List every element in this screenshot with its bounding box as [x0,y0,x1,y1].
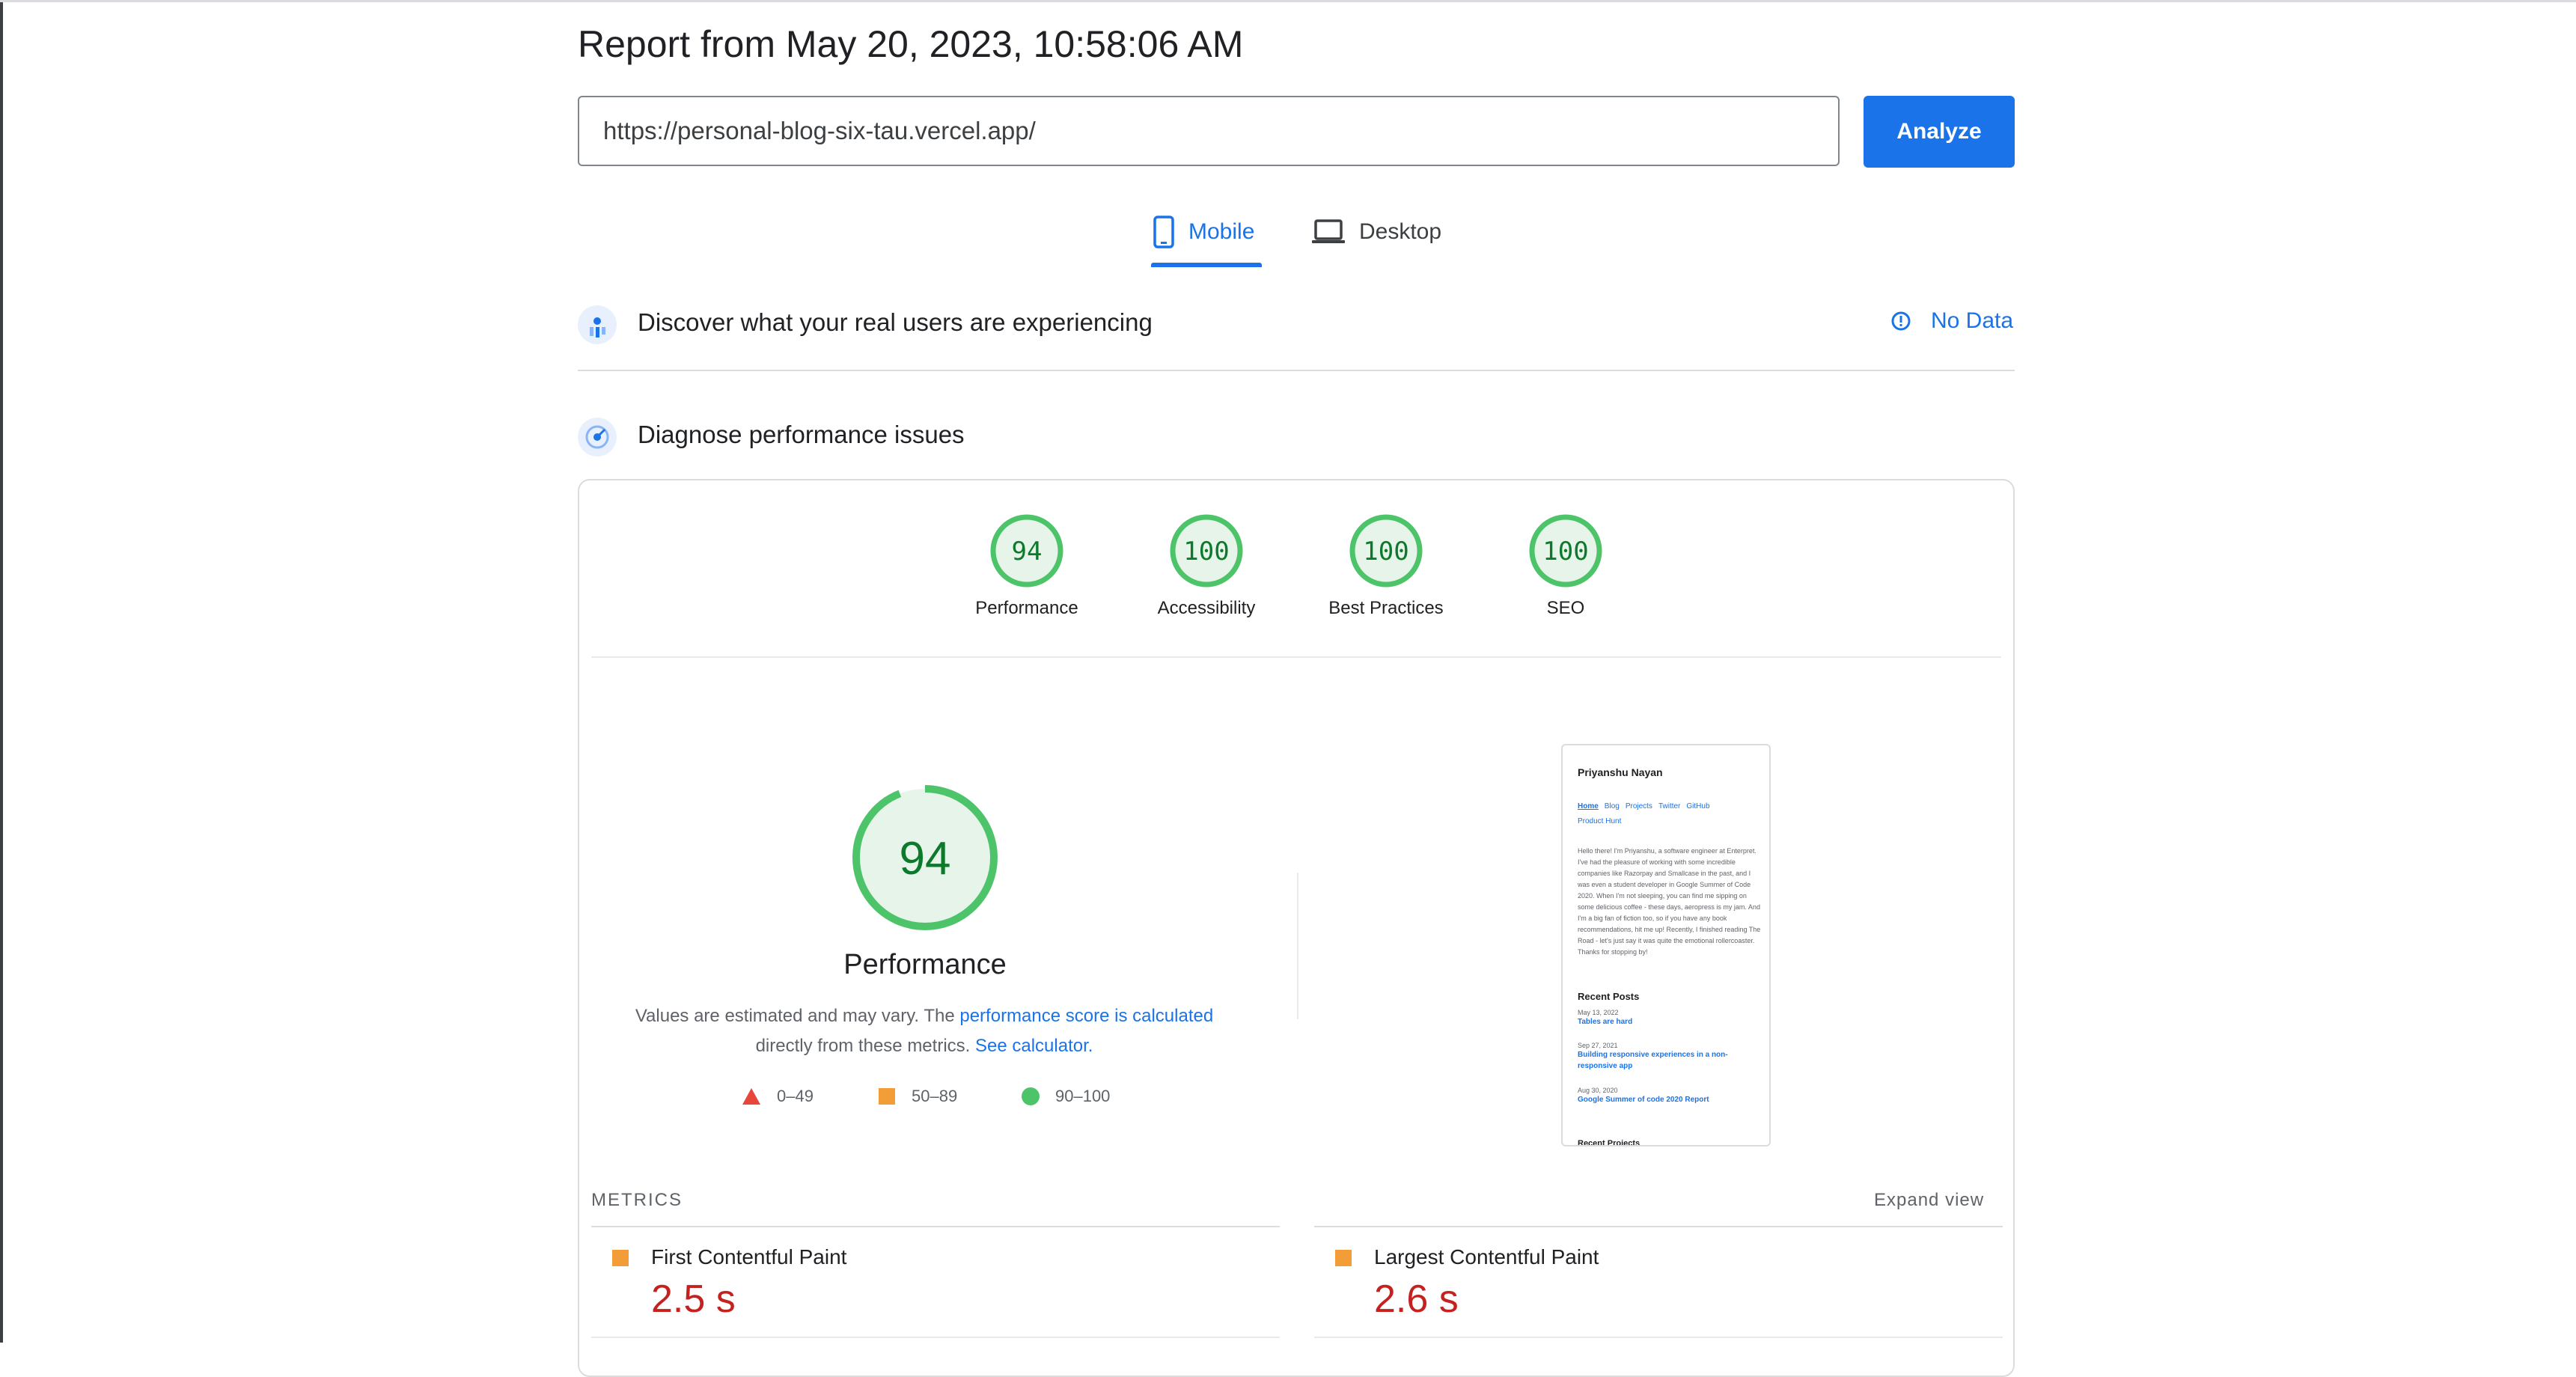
tab-mobile-label[interactable]: Mobile [1188,219,1254,245]
score-ring: 100 [1349,514,1423,587]
average-square-icon [612,1250,629,1266]
tab-mobile[interactable]: Mobile [1153,210,1254,254]
metric-lcp-value: 2.6 s [1374,1277,1459,1321]
preview-bio: Hello there! I'm Priyanshu, a software e… [1578,847,1761,956]
preview-nav-item: Home [1578,802,1599,810]
metric-lcp-name: Largest Contentful Paint [1374,1245,1599,1268]
score-label: Accessibility [1157,598,1256,618]
performance-description: Values are estimated and may vary. The p… [614,1001,1235,1061]
preview-nav-item: GitHub [1686,802,1710,810]
score-ring: 94 [990,514,1063,587]
performance-title: Performance [843,949,1007,980]
legend-fail-range: 0–49 [777,1087,814,1105]
lighthouse-report-card [578,479,2015,1377]
gauge-best-practices[interactable]: 100 Best Practices [1311,513,1461,619]
report-title: Report from May 20, 2023, 10:58:06 AM [578,23,1244,65]
score-label: Performance [975,598,1078,618]
score-calculated-link[interactable]: performance score is calculated [959,1006,1213,1026]
preview-post: Sep 27, 2021 Building responsive experie… [1578,1042,1762,1072]
diagnose-title: Diagnose performance issues [638,421,965,448]
url-input-value[interactable]: https://personal-blog-six-tau.vercel.app… [603,97,1036,165]
diagnose-icon [578,418,617,457]
see-calculator-link[interactable]: See calculator. [975,1036,1093,1056]
users-chart-icon [578,305,617,344]
preview-post-date: May 13, 2022 [1578,1009,1619,1016]
preview-post: Aug 30, 2020 Google Summer of code 2020 … [1578,1087,1762,1105]
score-value: 100 [1183,537,1229,567]
gauge-accessibility[interactable]: 100 Accessibility [1132,513,1281,619]
url-input[interactable]: https://personal-blog-six-tau.vercel.app… [578,96,1840,166]
desc-prefix: Values are estimated and may vary. The [635,1006,960,1026]
circle-icon [1022,1087,1040,1105]
no-data-label[interactable]: No Data [1931,308,2013,334]
vertical-divider [1297,873,1298,1019]
score-label: SEO [1546,598,1585,618]
analyze-button[interactable]: Analyze [1864,96,2015,168]
metric-fcp-name: First Contentful Paint [651,1245,847,1268]
gauges-divider [591,656,2001,658]
preview-recent-heading: Recent Posts [1578,991,1640,1002]
legend-pass: 90–100 [1021,1087,1110,1106]
average-square-icon [1335,1250,1352,1266]
phone-icon [1153,216,1174,248]
square-icon [879,1088,895,1105]
preview-nav-item: Twitter [1658,802,1681,810]
tab-desktop-label[interactable]: Desktop [1359,219,1441,245]
preview-post-title: Google Summer of code 2020 Report [1578,1096,1709,1104]
score-label: Best Practices [1328,598,1444,618]
desc-middle: directly from these metrics. [755,1036,975,1056]
legend-average: 50–89 [877,1087,957,1106]
preview-nav: Home Blog Projects Twitter GitHub Product Hun… [1578,799,1757,829]
gauge-performance[interactable]: 94 Performance [952,513,1102,619]
score-value: 100 [1363,537,1408,567]
preview-post-title: Tables are hard [1578,1018,1633,1026]
page-screenshot-preview: Priyanshu Nayan Home Blog Projects Twitter G… [1561,744,1771,1147]
preview-nav-item: Projects [1625,802,1652,810]
section-divider [578,370,2015,371]
performance-score-value: 94 [900,833,951,885]
metrics-divider [1314,1226,2003,1227]
preview-nav-item: Product Hunt [1578,817,1622,825]
legend-fail: 0–49 [741,1087,814,1106]
metric-fcp-value: 2.5 s [651,1277,736,1321]
tab-active-indicator [1151,263,1262,267]
metrics-divider [591,1226,1280,1227]
preview-post-date: Aug 30, 2020 [1578,1087,1618,1094]
laptop-icon [1312,219,1345,243]
expand-view-button[interactable]: Expand view [1874,1190,1984,1211]
metrics-heading: METRICS [591,1190,683,1210]
triangle-icon [742,1088,760,1105]
window-top-edge [0,0,2576,2]
preview-nav-item: Blog [1604,802,1620,810]
score-ring: 100 [1529,514,1602,587]
gauge-seo[interactable]: 100 SEO [1491,513,1640,619]
tab-desktop[interactable]: Desktop [1311,210,1441,254]
score-value: 100 [1542,537,1588,567]
preview-post-date: Sep 27, 2021 [1578,1042,1618,1049]
score-value: 94 [1012,537,1043,567]
legend-average-range: 50–89 [912,1087,958,1105]
metrics-row-divider [1314,1337,2003,1338]
preview-post: May 13, 2022 Tables are hard [1578,1009,1762,1028]
preview-post-title: Building responsive experiences in a non… [1578,1051,1728,1070]
legend-pass-range: 90–100 [1055,1087,1111,1105]
info-icon [1891,311,1911,331]
preview-site-name: Priyanshu Nayan [1578,766,1663,778]
preview-cutoff-heading: Recent Projects [1578,1139,1640,1147]
no-data-link[interactable]: No Data [1890,308,2013,334]
score-ring: 100 [1170,514,1243,587]
window-left-edge [0,0,3,1343]
field-data-title: Discover what your real users are experi… [638,308,1153,336]
performance-big-gauge: 94 [850,783,1000,936]
metrics-row-divider [591,1337,1280,1338]
